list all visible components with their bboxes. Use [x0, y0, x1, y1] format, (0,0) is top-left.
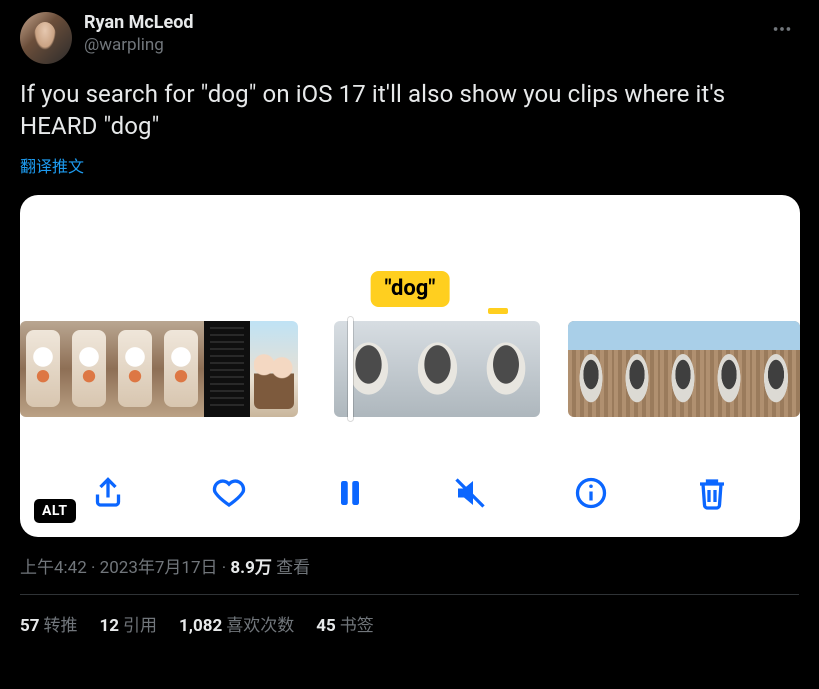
likes-stat[interactable]: 1,082喜欢次数 — [179, 611, 294, 636]
share-icon — [90, 475, 126, 511]
share-button[interactable] — [86, 471, 130, 515]
thumbnail-frame — [660, 321, 706, 417]
bookmarks-stat[interactable]: 45书签 — [316, 611, 374, 636]
thumbnail-frame — [614, 321, 660, 417]
thumbnail-frame — [403, 321, 472, 417]
video-timeline[interactable] — [20, 321, 800, 417]
thumbnail-frame — [706, 321, 752, 417]
ellipsis-icon — [771, 18, 793, 40]
tweet-time[interactable]: 上午4:42 — [20, 558, 87, 578]
thumbnail-frame — [334, 321, 403, 417]
more-options-button[interactable] — [765, 12, 799, 46]
pause-button[interactable] — [328, 471, 372, 515]
thumbnail-frame — [204, 321, 250, 417]
tweet-stats: 57转推 12引用 1,082喜欢次数 45书签 — [20, 595, 799, 636]
playhead[interactable] — [348, 317, 353, 421]
retweets-stat[interactable]: 57转推 — [20, 611, 78, 636]
thumbnail-frame — [112, 321, 158, 417]
info-button[interactable] — [569, 471, 613, 515]
thumbnail-frame — [158, 321, 204, 417]
clip-3[interactable] — [568, 321, 800, 417]
thumbnail-frame — [250, 321, 298, 417]
translate-link[interactable]: 翻译推文 — [20, 153, 84, 177]
tweet-text: If you search for "dog" on iOS 17 it'll … — [20, 78, 799, 143]
mute-button[interactable] — [448, 471, 492, 515]
media-attachment[interactable]: "dog" — [20, 195, 800, 537]
thumbnail-frame — [472, 321, 540, 417]
pause-icon — [332, 475, 368, 511]
thumbnail-frame — [20, 321, 66, 417]
trash-icon — [694, 475, 730, 511]
timeline-marker — [488, 308, 508, 314]
tweet-header: Ryan McLeod @warpling — [20, 12, 799, 64]
tweet-meta: 上午4:42 · 2023年7月17日 · 8.9万 查看 — [20, 553, 799, 578]
like-button[interactable] — [207, 471, 251, 515]
delete-button[interactable] — [690, 471, 734, 515]
tweet-container: Ryan McLeod @warpling If you search for … — [0, 0, 819, 636]
clip-gap — [298, 321, 334, 417]
media-toolbar — [20, 471, 800, 515]
display-name: Ryan McLeod — [84, 12, 194, 35]
tweet-date[interactable]: 2023年7月17日 — [100, 558, 218, 578]
quotes-stat[interactable]: 12引用 — [100, 611, 158, 636]
clip-2[interactable] — [334, 321, 540, 417]
thumbnail-frame — [752, 321, 800, 417]
views-label: 查看 — [272, 558, 310, 578]
avatar[interactable] — [20, 12, 72, 64]
search-term-tooltip: "dog" — [371, 271, 450, 307]
info-icon — [573, 475, 609, 511]
views-count: 8.9万 — [230, 558, 271, 578]
alt-badge[interactable]: ALT — [34, 499, 76, 523]
author-block[interactable]: Ryan McLeod @warpling — [84, 12, 194, 56]
clip-gap — [540, 321, 568, 417]
clip-1[interactable] — [20, 321, 298, 417]
thumbnail-frame — [66, 321, 112, 417]
thumbnail-frame — [568, 321, 614, 417]
heart-icon — [211, 475, 247, 511]
handle: @warpling — [84, 35, 194, 56]
speaker-muted-icon — [452, 475, 488, 511]
